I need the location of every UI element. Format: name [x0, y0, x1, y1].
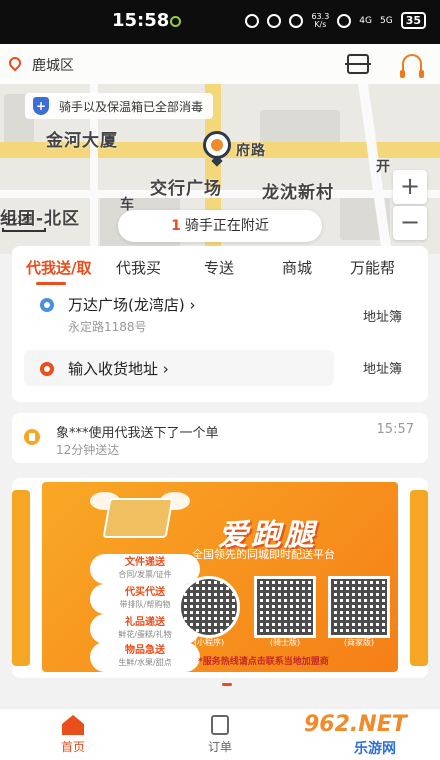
watermark-top: 962.NET	[304, 712, 407, 737]
map-label: 龙沈新村	[262, 183, 334, 203]
eye-icon	[245, 13, 260, 28]
banner-hotline: *服务热线请点击联系当地加盟商	[198, 657, 329, 667]
service-desc: 生鲜/水果/甜点	[118, 658, 172, 667]
nav-orders-label: 订单	[207, 740, 232, 754]
map-label: 府路	[236, 143, 266, 159]
order-card: 代我送/取 代我买 专送 商城 万能帮 万达广场(龙湾店) › 永定路1188号…	[12, 246, 428, 402]
delivery-dot-icon	[40, 362, 54, 376]
status-icons: 63.3 K/s 4G 5G 35	[245, 12, 426, 29]
qr-label: (骑士版)	[269, 638, 301, 647]
riders-nearby-count: 1	[171, 218, 181, 234]
map-label: 交行广场	[150, 179, 222, 199]
miniprogram-qr-icon	[178, 576, 240, 638]
riders-nearby-pill: 1 骑手正在附近	[118, 210, 322, 242]
delivery-address-row[interactable]: 输入收货地址 › 地址簿	[26, 358, 414, 382]
alarm-icon	[267, 13, 282, 28]
top-bar: 鹿城区	[0, 44, 440, 84]
promo-banner[interactable]: 爱跑腿 全国领先的同城即时配送平台 文件递送 合同/发票/证件 代买代送 带排队…	[42, 482, 398, 672]
merchant-app-qr-icon	[328, 576, 390, 638]
map-scale-bar	[2, 228, 46, 232]
notification-dot-icon	[170, 16, 181, 27]
activity-text: 象***使用代我送下了一个单	[56, 426, 219, 441]
banner-subtitle: 全国领先的同城即时配送平台	[192, 548, 335, 561]
scan-icon[interactable]	[345, 54, 371, 74]
next-banner-peek[interactable]	[410, 490, 428, 666]
delivery-address-book-button[interactable]: 地址簿	[363, 358, 402, 377]
wifi-icon	[337, 13, 352, 28]
shield-icon: +	[33, 97, 49, 115]
notice-text: 骑手以及保温箱已全部消毒	[59, 99, 204, 114]
parcel-graphic	[102, 498, 174, 538]
tab-express[interactable]: 专送	[204, 257, 234, 278]
delivery-address-input[interactable]: 输入收货地址 ›	[68, 358, 169, 379]
nav-orders[interactable]: 订单	[190, 715, 250, 755]
pickup-address-title: 万达广场(龙湾店) ›	[68, 296, 196, 314]
tab-universal-help[interactable]: 万能帮	[350, 257, 395, 278]
promo-carousel[interactable]: 爱跑腿 全国领先的同城即时配送平台 文件递送 合同/发票/证件 代买代送 带排队…	[12, 478, 428, 678]
signal-4g: 4G	[359, 15, 372, 26]
zoom-in-button[interactable]: +	[393, 170, 427, 204]
prev-banner-peek[interactable]	[12, 490, 30, 666]
activity-subtext: 12分钟送达	[56, 443, 120, 457]
tab-buy-for-me[interactable]: 代我买	[116, 257, 161, 278]
nav-home-label: 首页	[60, 740, 85, 754]
carousel-indicator	[222, 683, 232, 686]
tab-mall[interactable]: 商城	[282, 257, 312, 278]
pickup-address-detail: 永定路1188号	[68, 320, 147, 334]
location-icon	[289, 13, 304, 28]
map-label: 开	[376, 159, 391, 175]
service-pill: 文件递送 合同/发票/证件	[90, 554, 200, 584]
status-time: 15:58	[112, 10, 170, 31]
activity-feed: 象***使用代我送下了一个单 12分钟送达 15:57	[12, 413, 428, 463]
watermark: 962.NET 乐游网	[300, 712, 436, 757]
zoom-out-button[interactable]: −	[393, 206, 427, 240]
speaker-icon	[24, 429, 40, 445]
battery-indicator: 35	[400, 12, 426, 29]
map-scale-label: 5公里	[4, 214, 33, 227]
riders-nearby-text: 骑手正在附近	[184, 218, 269, 234]
location-pin-icon	[6, 54, 24, 72]
headset-support-icon[interactable]	[400, 54, 424, 78]
nav-home[interactable]: 首页	[43, 715, 103, 755]
tab-deliver-pickup[interactable]: 代我送/取	[26, 257, 91, 278]
qr-label: (商家版)	[343, 638, 375, 647]
service-desc: 合同/发票/证件	[118, 570, 172, 579]
map-label: 金河大厦	[46, 131, 118, 151]
service-tabs: 代我送/取 代我买 专送 商城 万能帮	[12, 246, 428, 288]
signal-5g: 5G	[379, 15, 393, 26]
active-tab-indicator	[36, 282, 66, 285]
orders-icon	[211, 715, 229, 735]
sanitize-notice: + 骑手以及保温箱已全部消毒	[25, 93, 214, 119]
home-icon	[62, 715, 84, 735]
status-bar: 15:58 63.3 K/s 4G 5G 35	[0, 0, 440, 44]
rider-app-qr-icon	[254, 576, 316, 638]
pickup-address-row[interactable]: 万达广场(龙湾店) › 永定路1188号 地址簿	[26, 294, 414, 334]
pickup-address-book-button[interactable]: 地址簿	[363, 306, 402, 325]
activity-time: 15:57	[376, 422, 414, 437]
pickup-dot-icon	[40, 298, 54, 312]
city-selector[interactable]: 鹿城区	[32, 55, 74, 75]
network-speed: 63.3 K/s	[311, 11, 330, 29]
qr-label: (小程序)	[193, 638, 225, 647]
service-title: 文件递送	[125, 557, 165, 568]
watermark-bottom: 乐游网	[354, 741, 396, 757]
